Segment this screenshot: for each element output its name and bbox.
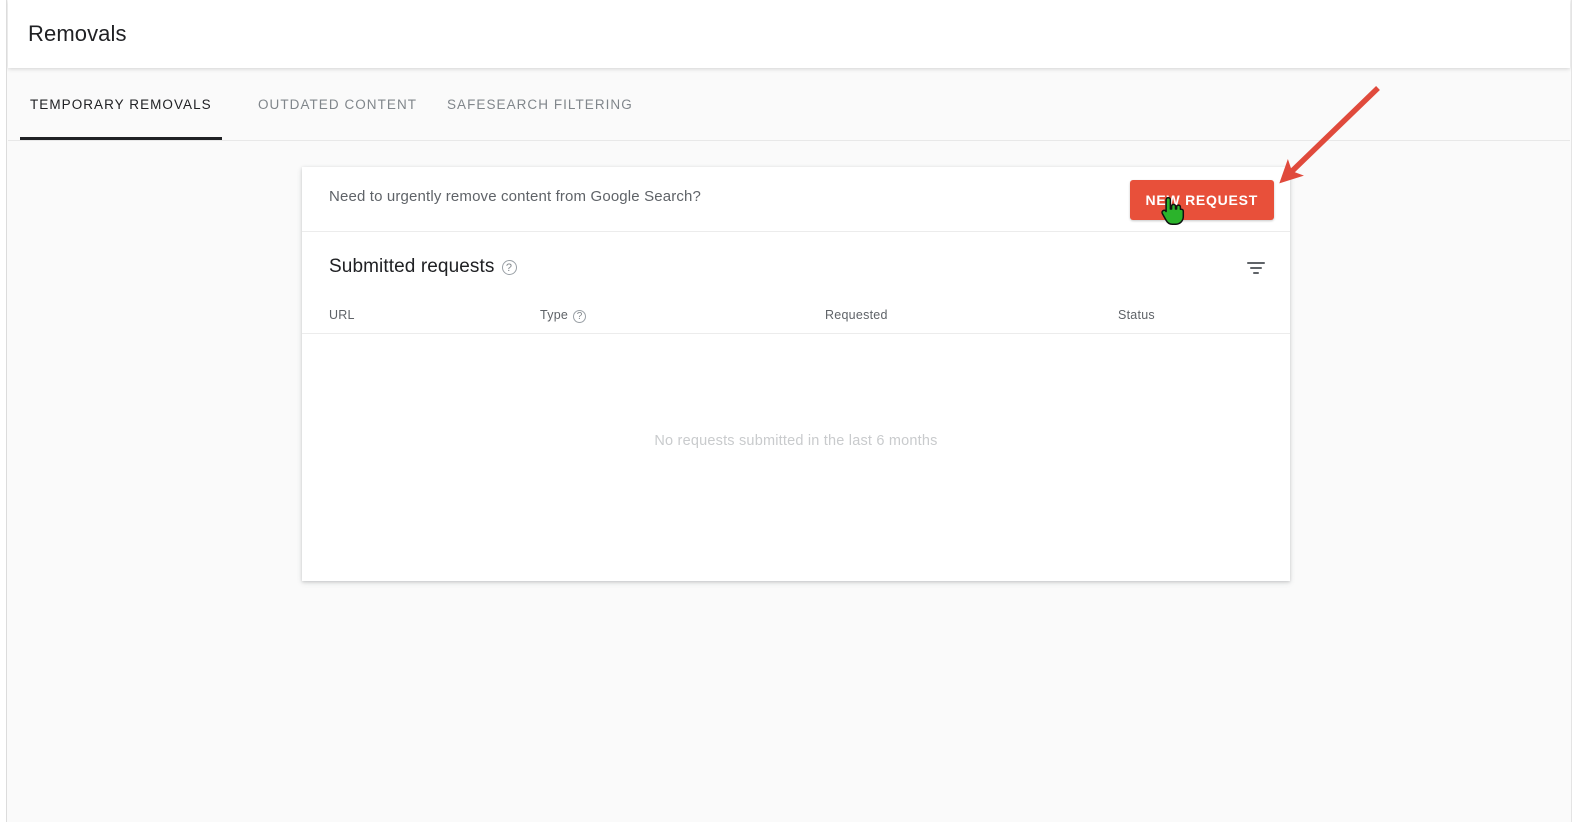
section-title: Submitted requests? xyxy=(329,256,517,278)
window-right-edge xyxy=(1571,0,1593,828)
window-left-edge xyxy=(0,0,7,828)
tab-label: OUTDATED CONTENT xyxy=(258,96,418,112)
filter-icon[interactable] xyxy=(1238,250,1274,286)
column-header-url[interactable]: URL xyxy=(329,308,355,322)
help-icon[interactable]: ? xyxy=(501,260,517,275)
column-header-status[interactable]: Status xyxy=(1118,308,1155,322)
submitted-requests-header: Submitted requests? xyxy=(302,232,1290,300)
filter-bar-3 xyxy=(1253,272,1259,274)
tab-active-indicator xyxy=(20,137,222,140)
tab-safesearch-filtering[interactable]: SAFESEARCH FILTERING xyxy=(437,68,643,140)
tab-temporary-removals[interactable]: TEMPORARY REMOVALS xyxy=(20,68,222,140)
window-bottom-edge xyxy=(0,822,1593,828)
section-title-text: Submitted requests xyxy=(329,256,495,277)
tab-outdated-content[interactable]: OUTDATED CONTENT xyxy=(248,68,427,140)
column-header-requested[interactable]: Requested xyxy=(825,308,888,322)
page-title: Removals xyxy=(28,21,127,46)
requests-table-header: URL Type? Requested Status xyxy=(302,300,1290,334)
app-header: Removals xyxy=(8,0,1570,68)
tab-label: SAFESEARCH FILTERING xyxy=(447,96,633,112)
filter-bar-2 xyxy=(1250,267,1262,269)
type-help-icon[interactable]: ? xyxy=(573,310,587,323)
urgent-removal-prompt: Need to urgently remove content from Goo… xyxy=(329,188,702,205)
removals-card: Need to urgently remove content from Goo… xyxy=(302,167,1290,581)
requests-table-body: No requests submitted in the last 6 mont… xyxy=(302,334,1290,550)
column-header-type[interactable]: Type? xyxy=(540,308,587,323)
new-request-button[interactable]: NEW REQUEST xyxy=(1129,180,1274,220)
column-header-label: Requested xyxy=(825,308,888,322)
empty-state-message: No requests submitted in the last 6 mont… xyxy=(654,433,938,449)
urgent-removal-banner: Need to urgently remove content from Goo… xyxy=(302,167,1290,232)
column-header-label: URL xyxy=(329,308,355,322)
filter-bar-1 xyxy=(1247,262,1265,264)
tab-label: TEMPORARY REMOVALS xyxy=(30,96,212,112)
column-header-label: Status xyxy=(1118,308,1155,322)
column-header-label: Type xyxy=(540,308,569,322)
tab-bar: TEMPORARY REMOVALS OUTDATED CONTENT SAFE… xyxy=(8,68,1570,141)
app-window: Removals TEMPORARY REMOVALS OUTDATED CON… xyxy=(0,0,1593,828)
